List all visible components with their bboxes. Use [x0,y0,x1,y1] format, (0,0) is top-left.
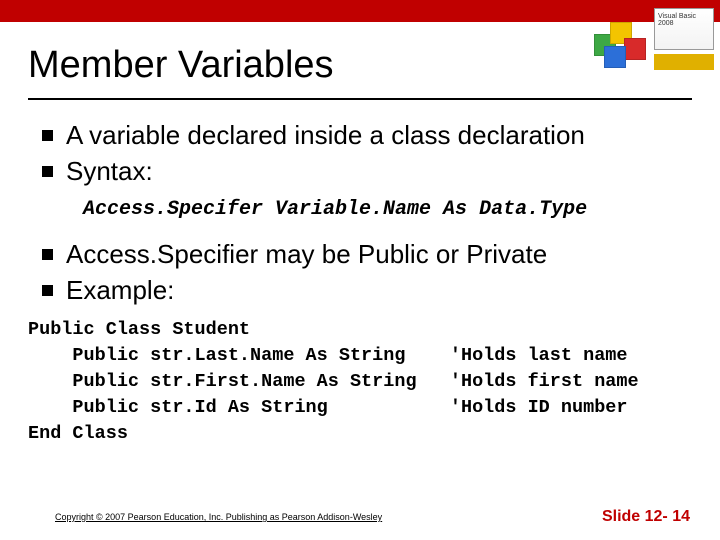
cover-line1: Visual Basic [658,13,710,20]
title-underline [28,98,692,100]
bullet-item: Access.Specifier may be Public or Privat… [28,237,692,271]
bullet-list-b: Access.Specifier may be Public or Privat… [28,237,692,307]
copyright-text: Copyright © 2007 Pearson Education, Inc.… [55,512,382,522]
code-block: Public Class Student Public str.Last.Nam… [28,317,692,447]
syntax-line: Access.Specifer Variable.Name As Data.Ty… [83,198,692,221]
cover-box: Visual Basic 2008 [654,8,714,50]
book-cover-thumbnail: Visual Basic 2008 [594,4,714,74]
bullet-item: Syntax: [28,154,692,188]
slide-number: Slide 12- 14 [602,508,690,526]
cover-caption [654,54,714,70]
slide: Visual Basic 2008 Member Variables A var… [0,0,720,540]
cover-line2: 2008 [658,20,710,27]
bullet-item: Example: [28,273,692,307]
bullet-item: A variable declared inside a class decla… [28,118,692,152]
slide-title: Member Variables [28,44,334,87]
bullet-list-a: A variable declared inside a class decla… [28,118,692,188]
body: A variable declared inside a class decla… [28,118,692,447]
